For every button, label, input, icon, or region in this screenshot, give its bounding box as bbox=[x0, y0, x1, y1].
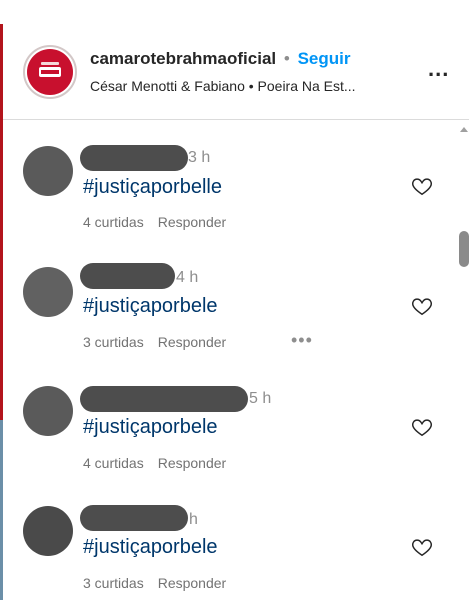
likes-count[interactable]: 4 curtidas bbox=[83, 455, 144, 471]
post-header: camarotebrahmaoficial • Seguir César Men… bbox=[3, 24, 469, 120]
comment-hashtag[interactable]: #justiçaporbele bbox=[83, 536, 218, 559]
comment-time: h bbox=[189, 511, 198, 528]
comment-actions: 3 curtidas Responder bbox=[83, 334, 240, 350]
commenter-avatar[interactable] bbox=[23, 267, 73, 317]
profile-avatar[interactable] bbox=[23, 45, 77, 99]
comment-actions: 4 curtidas Responder bbox=[83, 214, 240, 230]
reply-button[interactable]: Responder bbox=[158, 575, 227, 591]
reply-button[interactable]: Responder bbox=[158, 214, 227, 230]
scrollbar-thumb[interactable] bbox=[459, 231, 469, 267]
reply-button[interactable]: Responder bbox=[158, 334, 227, 350]
comment-actions: 4 curtidas Responder bbox=[83, 455, 240, 471]
heart-icon[interactable] bbox=[411, 175, 433, 197]
username-link[interactable]: camarotebrahmaoficial bbox=[90, 49, 276, 68]
commenter-avatar[interactable] bbox=[23, 146, 73, 196]
comments-list: 3 h #justiçaporbelle 4 curtidas Responder… bbox=[3, 121, 469, 600]
redacted-username bbox=[80, 505, 188, 531]
reply-button[interactable]: Responder bbox=[158, 455, 227, 471]
likes-count[interactable]: 3 curtidas bbox=[83, 575, 144, 591]
audio-track-link[interactable]: César Menotti & Fabiano • Poeira Na Est.… bbox=[90, 78, 410, 94]
likes-count[interactable]: 3 curtidas bbox=[83, 334, 144, 350]
likes-count[interactable]: 4 curtidas bbox=[83, 214, 144, 230]
comment-item: 5 h #justiçaporbele 4 curtidas Responder bbox=[3, 362, 443, 480]
comment-item: 4 h #justiçaporbele 3 curtidas Responder … bbox=[3, 241, 443, 359]
comment-actions: 3 curtidas Responder bbox=[83, 575, 240, 591]
comment-item: 3 h #justiçaporbelle 4 curtidas Responder bbox=[3, 121, 443, 239]
comment-hashtag[interactable]: #justiçaporbelle bbox=[83, 176, 222, 199]
scroll-up-arrow-icon[interactable] bbox=[460, 127, 468, 132]
more-options-icon[interactable]: ... bbox=[428, 56, 449, 82]
header-title-line: camarotebrahmaoficial • Seguir bbox=[90, 49, 350, 69]
heart-icon[interactable] bbox=[411, 536, 433, 558]
separator-dot: • bbox=[283, 49, 290, 68]
redacted-username bbox=[80, 386, 248, 412]
scrollbar[interactable] bbox=[455, 121, 469, 600]
redacted-username bbox=[80, 145, 188, 171]
comment-item: h #justiçaporbele 3 curtidas Responder bbox=[3, 483, 443, 600]
heart-icon[interactable] bbox=[411, 416, 433, 438]
redacted-username bbox=[80, 263, 175, 289]
comment-hashtag[interactable]: #justiçaporbele bbox=[83, 416, 218, 439]
top-strip bbox=[0, 0, 469, 24]
comment-time: 4 h bbox=[176, 269, 199, 286]
commenter-avatar[interactable] bbox=[23, 506, 73, 556]
comment-time: 3 h bbox=[188, 149, 211, 166]
heart-icon[interactable] bbox=[411, 295, 433, 317]
comment-more-icon[interactable]: ••• bbox=[291, 330, 313, 351]
comment-hashtag[interactable]: #justiçaporbele bbox=[83, 295, 218, 318]
follow-button[interactable]: Seguir bbox=[298, 49, 351, 68]
brand-logo-icon bbox=[27, 49, 73, 95]
commenter-avatar[interactable] bbox=[23, 386, 73, 436]
comment-time: 5 h bbox=[249, 390, 272, 407]
